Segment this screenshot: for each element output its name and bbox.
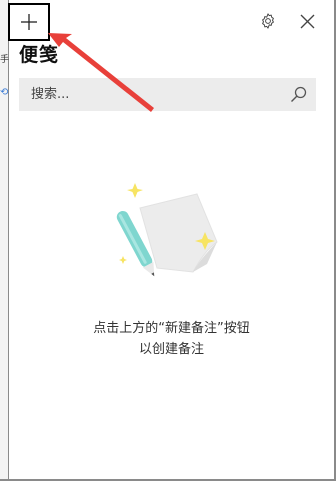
gear-icon — [262, 13, 274, 29]
plus-icon — [21, 14, 37, 30]
search-box[interactable] — [19, 78, 316, 111]
close-icon — [300, 14, 314, 28]
note-and-pen-illustration — [116, 183, 218, 277]
empty-state-line-1: 点击上方的“新建备注”按钮 — [93, 321, 250, 336]
empty-state-message: 点击上方的“新建备注”按钮 以创建备注 — [9, 318, 334, 360]
settings-button[interactable] — [258, 11, 278, 31]
close-button[interactable] — [297, 11, 317, 31]
empty-state-line-2: 以创建备注 — [138, 342, 204, 357]
search-icon[interactable] — [290, 86, 307, 103]
window-edge-left — [0, 0, 9, 481]
search-input[interactable] — [19, 78, 279, 111]
app-title: 便笺 — [19, 44, 60, 66]
background-icon-fragment: ⟲ — [0, 87, 9, 98]
new-note-button[interactable] — [8, 3, 50, 41]
background-text-fragment: 手 — [0, 55, 10, 65]
